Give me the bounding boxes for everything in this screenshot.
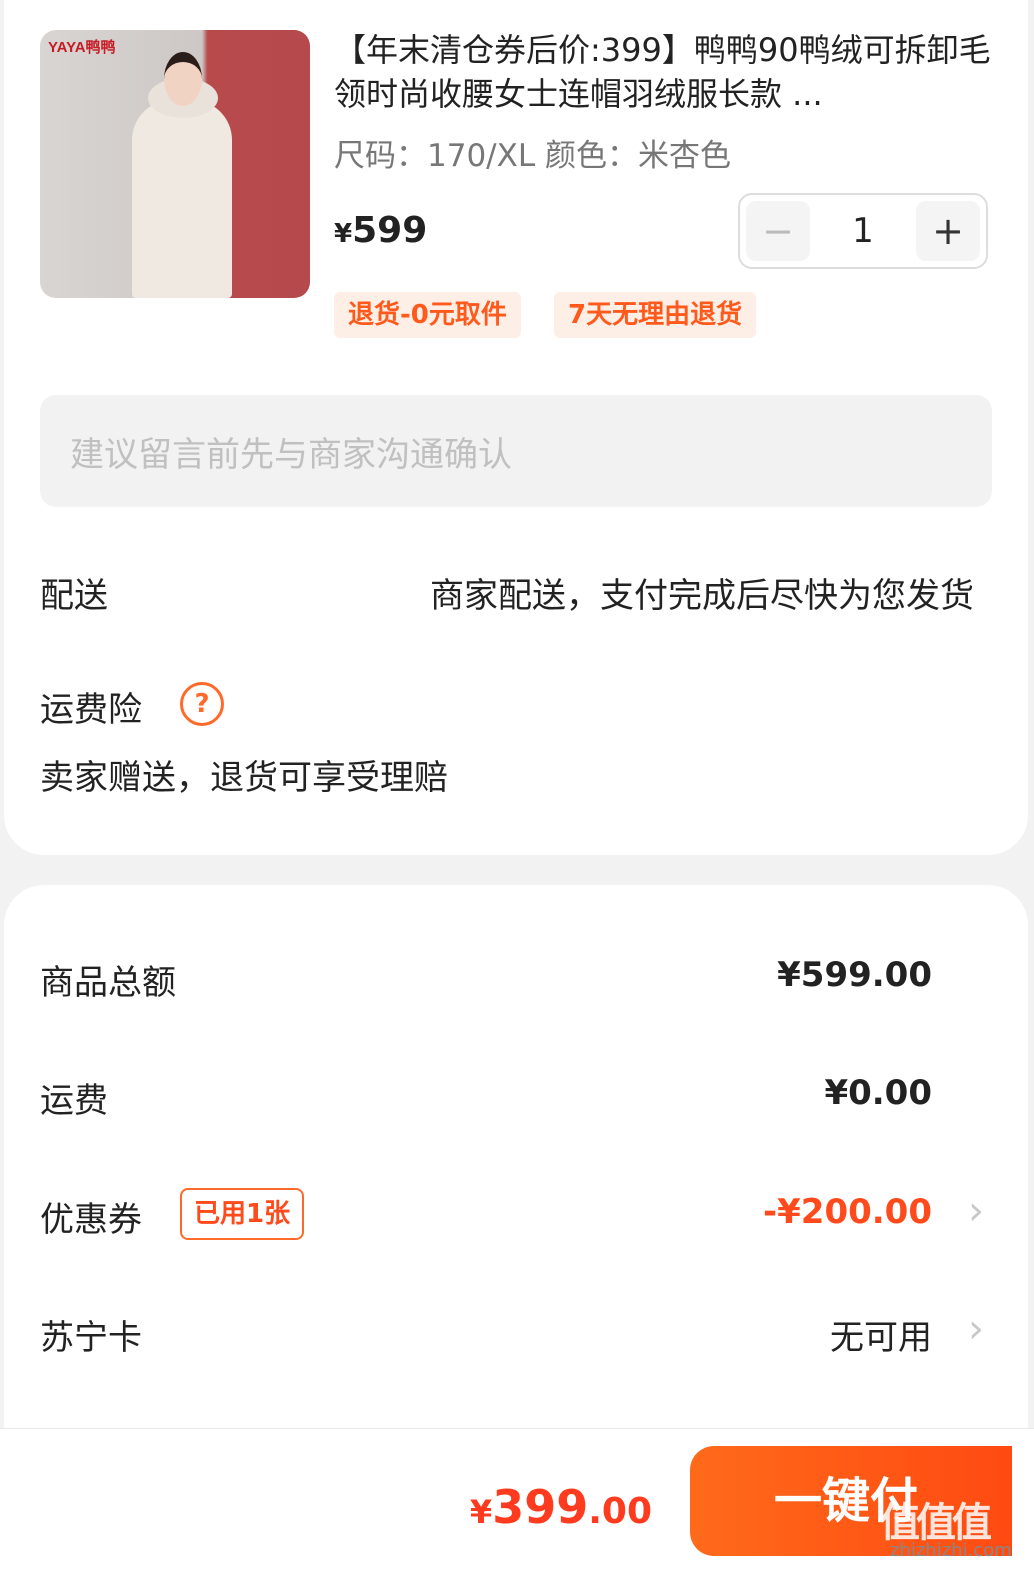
shipping-insurance-label: 运费险 xyxy=(40,690,142,730)
freight-value: ¥0.00 xyxy=(824,1073,932,1113)
product-title[interactable]: 【年末清仓券后价:399】鸭鸭90鸭绒可拆卸毛领时尚收腰女士连帽羽绒服长款 ..… xyxy=(334,28,994,116)
total-price: ¥399.00 xyxy=(469,1480,652,1534)
question-icon[interactable]: ? xyxy=(180,682,224,726)
chevron-right-icon[interactable]: › xyxy=(968,1306,984,1352)
quantity-stepper: − 1 + xyxy=(738,193,988,269)
coupon-value[interactable]: -¥200.00 xyxy=(763,1192,932,1232)
goods-total-label: 商品总额 xyxy=(40,963,176,1003)
coupon-label[interactable]: 优惠券 xyxy=(40,1192,142,1241)
delivery-value: 商家配送，支付完成后尽快为您发货 xyxy=(430,576,974,616)
coupon-used-badge: 已用1张 xyxy=(180,1188,305,1240)
free-return-pickup-tag: 退货-0元取件 xyxy=(334,292,521,338)
quantity-value[interactable]: 1 xyxy=(816,201,910,261)
suning-card-value[interactable]: 无可用 xyxy=(830,1310,932,1359)
product-image[interactable]: YAYA鸭鸭 xyxy=(40,30,310,298)
increase-button[interactable]: + xyxy=(916,201,980,261)
watermark-logo: 值值值 xyxy=(880,1500,992,1546)
brand-logo: YAYA鸭鸭 xyxy=(48,39,116,56)
watermark-url: zhizhizhi.com xyxy=(890,1540,1012,1561)
suning-card-label[interactable]: 苏宁卡 xyxy=(40,1310,142,1359)
product-price: ¥599 xyxy=(334,210,428,251)
message-placeholder: 建议留言前先与商家沟通确认 xyxy=(70,435,512,475)
goods-total-value: ¥599.00 xyxy=(777,955,932,995)
message-input[interactable]: 建议留言前先与商家沟通确认 xyxy=(40,395,992,507)
freight-label: 运费 xyxy=(40,1081,108,1121)
decrease-button[interactable]: − xyxy=(746,201,810,261)
delivery-label: 配送 xyxy=(40,576,108,616)
product-spec[interactable]: 尺码：170/XL 颜色：米杏色 xyxy=(334,130,731,175)
shipping-insurance-desc: 卖家赠送，退货可享受理赔 xyxy=(40,758,448,798)
chevron-right-icon[interactable]: › xyxy=(968,1188,984,1234)
seven-day-return-tag: 7天无理由退货 xyxy=(554,292,757,338)
